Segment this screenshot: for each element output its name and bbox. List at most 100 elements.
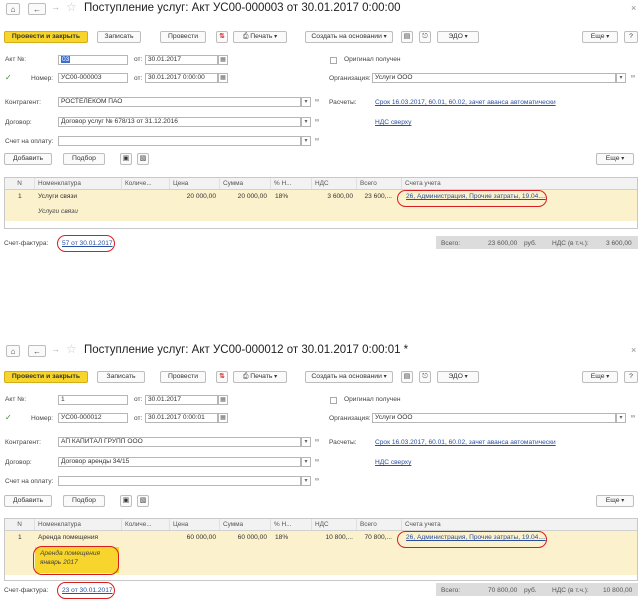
print-button[interactable]: ⎙ Печать [233, 31, 287, 43]
column-header-price[interactable]: Цена [170, 519, 220, 530]
number-input[interactable]: УС00-000012 [58, 413, 128, 423]
column-header-sum[interactable]: Сумма [220, 178, 271, 189]
vat-on-top-link[interactable]: НДС сверху [375, 119, 411, 126]
number-date-input[interactable]: 30.01.2017 0:00:01 [145, 413, 218, 423]
act-date-input[interactable]: 30.01.2017 [145, 55, 218, 65]
table-more-button[interactable]: Еще [596, 153, 634, 165]
save-button[interactable]: Записать [97, 371, 145, 383]
add-row-button[interactable]: Добавить [4, 153, 52, 165]
column-header-vat[interactable]: НДС [312, 519, 357, 530]
vat-on-top-link[interactable]: НДС сверху [375, 459, 411, 466]
open-link-icon[interactable]: ∞ [628, 73, 638, 83]
post-and-close-button[interactable]: Провести и закрыть [4, 31, 88, 43]
open-link-icon[interactable]: ∞ [312, 97, 322, 107]
row-sum[interactable]: 60 000,00 [220, 534, 267, 541]
forward-button[interactable]: → [51, 2, 60, 12]
contractor-input[interactable]: РОСТЕЛЕКОМ ПАО [58, 97, 301, 107]
row-total[interactable]: 23 600,... [357, 193, 393, 200]
invoice-for-payment-input[interactable] [58, 476, 301, 486]
movements-icon[interactable]: ⇅ [216, 31, 228, 43]
chevron-down-icon[interactable]: ▾ [616, 413, 626, 423]
organization-input[interactable]: Услуги ООО [372, 413, 616, 423]
row-sum[interactable]: 20 000,00 [220, 193, 267, 200]
contractor-input[interactable]: АП КАПИТАЛ ГРУПП ООО [58, 437, 301, 447]
contract-input[interactable]: Договор аренды 34/15 [58, 457, 301, 467]
save-button[interactable]: Записать [97, 31, 141, 43]
favorite-star-icon[interactable]: ☆ [66, 342, 77, 356]
original-received-checkbox[interactable] [330, 397, 337, 404]
attachment-icon[interactable]: ⎋ [419, 371, 431, 383]
edo-button[interactable]: ЭДО [437, 371, 479, 383]
column-header-quantity[interactable]: Количе... [122, 178, 170, 189]
row-item[interactable]: Услуги связи [38, 193, 77, 200]
column-header-quantity[interactable]: Количе... [122, 519, 170, 530]
close-icon[interactable]: × [631, 345, 636, 355]
calendar-icon[interactable]: ▦ [218, 395, 228, 405]
column-header-n[interactable]: N [5, 519, 35, 530]
create-based-on-button[interactable]: Создать на основании [305, 31, 393, 43]
copy-icon[interactable]: ▣ [120, 153, 132, 165]
favorite-star-icon[interactable]: ☆ [66, 0, 77, 14]
column-header-item[interactable]: Номенклатура [35, 178, 122, 189]
chevron-down-icon[interactable]: ▾ [301, 136, 311, 146]
create-based-on-button[interactable]: Создать на основании [305, 371, 393, 383]
calendar-icon[interactable]: ▦ [218, 73, 228, 83]
paste-icon[interactable]: ▧ [137, 495, 149, 507]
more-button[interactable]: Еще [582, 31, 618, 43]
column-header-total[interactable]: Всего [357, 519, 402, 530]
row-item[interactable]: Аренда помещения [38, 534, 98, 541]
column-header-accounts[interactable]: Счета учета [402, 178, 637, 189]
help-button[interactable]: ? [624, 31, 638, 43]
edo-button[interactable]: ЭДО [437, 31, 479, 43]
copy-icon[interactable]: ▣ [120, 495, 132, 507]
help-button[interactable]: ? [624, 371, 638, 383]
chevron-down-icon[interactable]: ▾ [301, 457, 311, 467]
close-icon[interactable]: × [631, 3, 636, 13]
open-link-icon[interactable]: ∞ [312, 437, 322, 447]
act-number-input[interactable]: 1 [58, 395, 128, 405]
open-link-icon[interactable]: ∞ [628, 413, 638, 423]
settlements-link[interactable]: Срок 16.03.2017, 60.01, 60.02, зачет ава… [375, 439, 556, 446]
calendar-icon[interactable]: ▦ [218, 413, 228, 423]
forward-button[interactable]: → [51, 344, 60, 354]
post-button[interactable]: Провести [160, 371, 206, 383]
movements-icon[interactable]: ⇅ [216, 371, 228, 383]
chevron-down-icon[interactable]: ▾ [301, 476, 311, 486]
post-and-close-button[interactable]: Провести и закрыть [4, 371, 88, 383]
column-header-sum[interactable]: Сумма [220, 519, 271, 530]
table-more-button[interactable]: Еще [596, 495, 634, 507]
back-button[interactable]: ← [28, 3, 46, 15]
back-button[interactable]: ← [28, 345, 46, 357]
pick-button[interactable]: Подбор [63, 153, 105, 165]
row-item-content[interactable]: Услуги связи [38, 208, 78, 215]
chevron-down-icon[interactable]: ▾ [301, 117, 311, 127]
column-header-vat-rate[interactable]: % Н... [271, 178, 312, 189]
print-button[interactable]: ⎙ Печать [233, 371, 287, 383]
column-header-total[interactable]: Всего [357, 178, 402, 189]
column-header-accounts[interactable]: Счета учета [402, 519, 637, 530]
row-vat[interactable]: 3 600,00 [312, 193, 353, 200]
pick-button[interactable]: Подбор [63, 495, 105, 507]
chevron-down-icon[interactable]: ▾ [301, 97, 311, 107]
row-price[interactable]: 60 000,00 [170, 534, 216, 541]
post-button[interactable]: Провести [160, 31, 206, 43]
calendar-icon[interactable]: ▦ [218, 55, 228, 65]
open-link-icon[interactable]: ∞ [312, 457, 322, 467]
organization-input[interactable]: Услуги ООО [372, 73, 616, 83]
row-vat-rate[interactable]: 18% [275, 534, 288, 541]
home-button[interactable]: ⌂ [6, 3, 20, 15]
number-input[interactable]: УС00-000003 [58, 73, 128, 83]
act-date-input[interactable]: 30.01.2017 [145, 395, 218, 405]
more-button[interactable]: Еще [582, 371, 618, 383]
row-price[interactable]: 20 000,00 [170, 193, 216, 200]
home-button[interactable]: ⌂ [6, 345, 20, 357]
column-header-item[interactable]: Номенклатура [35, 519, 122, 530]
act-number-input[interactable]: 03 [58, 55, 128, 65]
paste-icon[interactable]: ▧ [137, 153, 149, 165]
column-header-vat[interactable]: НДС [312, 178, 357, 189]
column-header-vat-rate[interactable]: % Н... [271, 519, 312, 530]
open-link-icon[interactable]: ∞ [312, 136, 322, 146]
row-vat-rate[interactable]: 18% [275, 193, 288, 200]
row-vat[interactable]: 10 800,... [312, 534, 354, 541]
chevron-down-icon[interactable]: ▾ [616, 73, 626, 83]
